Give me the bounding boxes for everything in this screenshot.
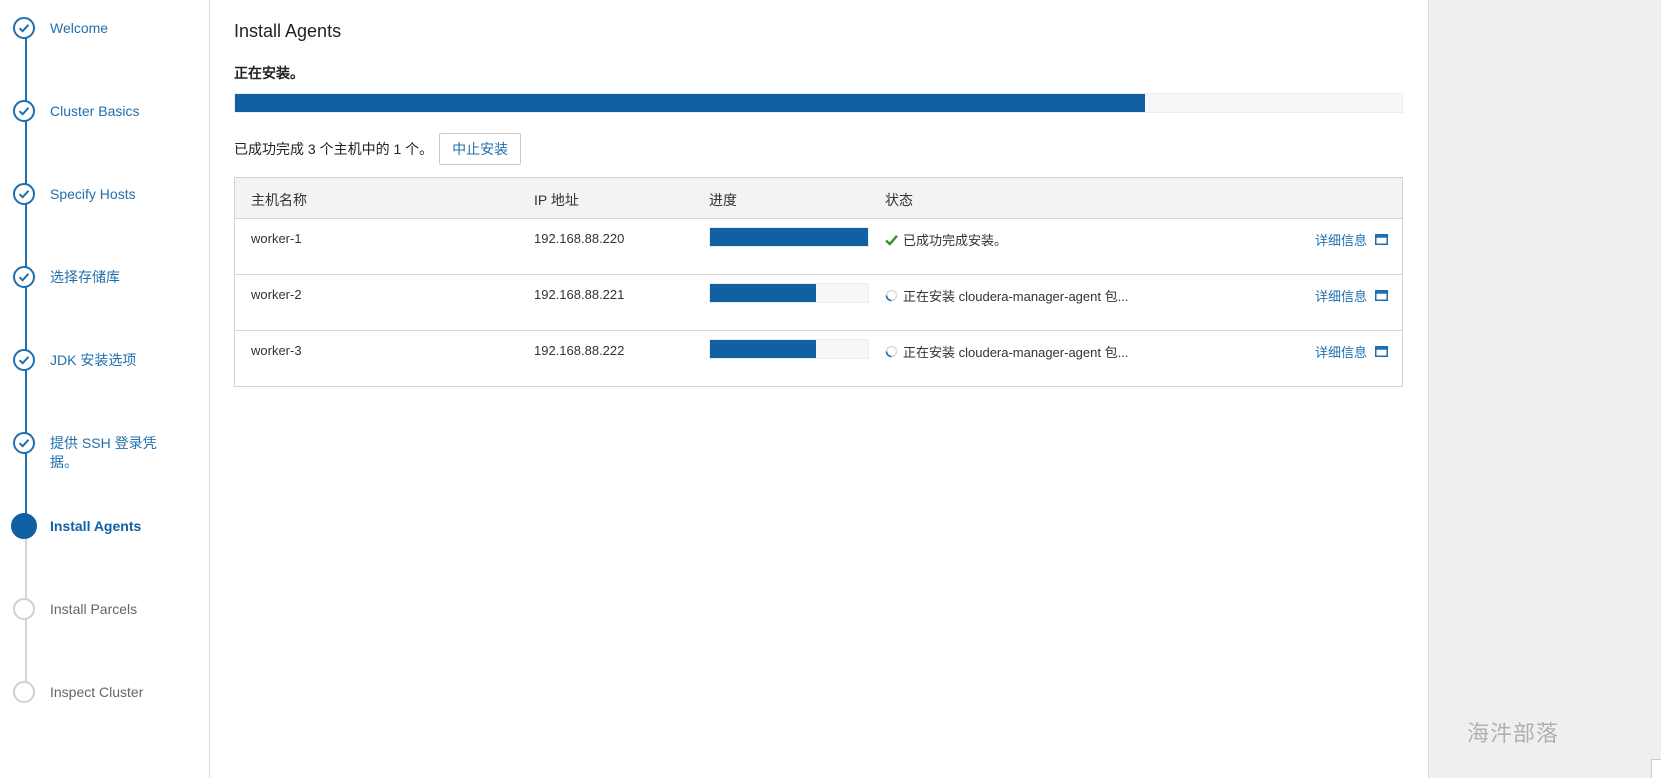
details-link[interactable]: 详细信息 (1315, 230, 1388, 249)
table-header: 主机名称 IP 地址 进度 状态 (235, 178, 1402, 219)
check-icon (13, 100, 35, 122)
summary-text: 已成功完成 3 个主机中的 1 个。 (234, 141, 434, 157)
spinner-icon (885, 289, 898, 302)
column-header-status: 状态 (885, 192, 913, 208)
page-title: Install Agents (234, 21, 342, 41)
sidebar-step-welcome[interactable]: Welcome (13, 17, 203, 57)
sidebar-step-label: Specify Hosts (50, 186, 136, 202)
host-status-text: 正在安装 cloudera-manager-agent 包... (903, 289, 1129, 304)
watermark: 海汼部落 (1467, 722, 1560, 747)
host-status-text: 正在安装 cloudera-manager-agent 包... (903, 345, 1129, 360)
sidebar-step-label: Cluster Basics (50, 103, 140, 119)
details-link[interactable]: 详细信息 (1315, 342, 1388, 361)
wizard-sidebar: Welcome Cluster Basics Specify Hosts 选择存… (0, 0, 210, 778)
host-progress-bar (709, 283, 869, 303)
column-header-ip: IP 地址 (534, 192, 579, 208)
sidebar-step-label: Inspect Cluster (50, 684, 144, 700)
table-row: worker-1 192.168.88.220 已成功完成安装。 详细信息 (235, 219, 1402, 275)
details-link-label: 详细信息 (1314, 345, 1367, 360)
host-ip: 192.168.88.220 (534, 231, 625, 246)
installing-status-label: 正在安装。 (234, 65, 304, 81)
main-content: Install Agents 正在安装。 已成功完成 3 个主机中的 1 个。 … (210, 0, 1428, 778)
column-header-host: 主机名称 (251, 192, 307, 208)
check-icon (13, 349, 35, 371)
check-icon (13, 266, 35, 288)
host-status: 已成功完成安装。 (885, 230, 1007, 249)
sidebar-step-select-repository[interactable]: 选择存储库 (13, 266, 203, 306)
check-icon (885, 234, 898, 246)
sidebar-step-label: Welcome (50, 20, 109, 36)
spinner-icon (885, 345, 898, 358)
summary-row: 已成功完成 3 个主机中的 1 个。 中止安装 (234, 133, 522, 165)
host-name: worker-2 (251, 287, 302, 302)
host-status-text: 已成功完成安装。 (903, 233, 1008, 248)
check-icon (13, 432, 35, 454)
pending-step-icon (13, 598, 35, 620)
details-link-label: 详细信息 (1314, 233, 1367, 248)
host-progress-fill (710, 340, 816, 358)
window-icon (1375, 234, 1388, 245)
sidebar-step-jdk-options[interactable]: JDK 安装选项 (13, 349, 203, 389)
overall-progress-fill (235, 94, 1146, 112)
column-header-progress: 进度 (709, 192, 737, 208)
abort-install-button[interactable]: 中止安装 (439, 133, 522, 165)
host-status: 正在安装 cloudera-manager-agent 包... (885, 286, 1128, 305)
sidebar-step-inspect-cluster[interactable]: Inspect Cluster (13, 681, 203, 721)
sidebar-step-install-parcels[interactable]: Install Parcels (13, 598, 203, 638)
sidebar-step-label: Install Agents (50, 518, 142, 534)
hosts-table: 主机名称 IP 地址 进度 状态 worker-1 192.168.88.220… (234, 177, 1403, 387)
sidebar-step-specify-hosts[interactable]: Specify Hosts (13, 183, 203, 223)
window-icon (1375, 346, 1388, 357)
host-ip: 192.168.88.221 (534, 287, 625, 302)
host-status: 正在安装 cloudera-manager-agent 包... (885, 342, 1128, 361)
sidebar-step-ssh-credentials[interactable]: 提供 SSH 登录凭据。 (13, 432, 203, 472)
sidebar-step-label: Install Parcels (50, 601, 138, 617)
host-progress-bar (709, 227, 869, 247)
sidebar-step-label: JDK 安装选项 (50, 352, 137, 368)
host-name: worker-3 (251, 343, 302, 358)
host-progress-bar (709, 339, 869, 359)
corner-tab[interactable] (1651, 759, 1661, 778)
sidebar-step-install-agents[interactable]: Install Agents (11, 513, 203, 555)
sidebar-step-label: 提供 SSH 登录凭据。 (50, 435, 157, 470)
table-row: worker-2 192.168.88.221 正在安装 cloudera-ma… (235, 275, 1402, 331)
host-progress-fill (710, 228, 868, 246)
pending-step-icon (13, 681, 35, 703)
overall-progress-bar (234, 93, 1403, 113)
details-link[interactable]: 详细信息 (1315, 286, 1388, 305)
right-side-panel: 海汼部落 (1428, 0, 1661, 778)
host-ip: 192.168.88.222 (534, 343, 625, 358)
window-icon (1375, 290, 1388, 301)
check-icon (13, 183, 35, 205)
check-icon (13, 17, 35, 39)
active-step-icon (11, 513, 37, 539)
sidebar-step-label: 选择存储库 (50, 269, 120, 285)
sidebar-step-cluster-basics[interactable]: Cluster Basics (13, 100, 203, 140)
page: Welcome Cluster Basics Specify Hosts 选择存… (0, 0, 1661, 778)
details-link-label: 详细信息 (1314, 289, 1367, 304)
host-name: worker-1 (251, 231, 302, 246)
host-progress-fill (710, 284, 816, 302)
table-row: worker-3 192.168.88.222 正在安装 cloudera-ma… (235, 331, 1402, 386)
